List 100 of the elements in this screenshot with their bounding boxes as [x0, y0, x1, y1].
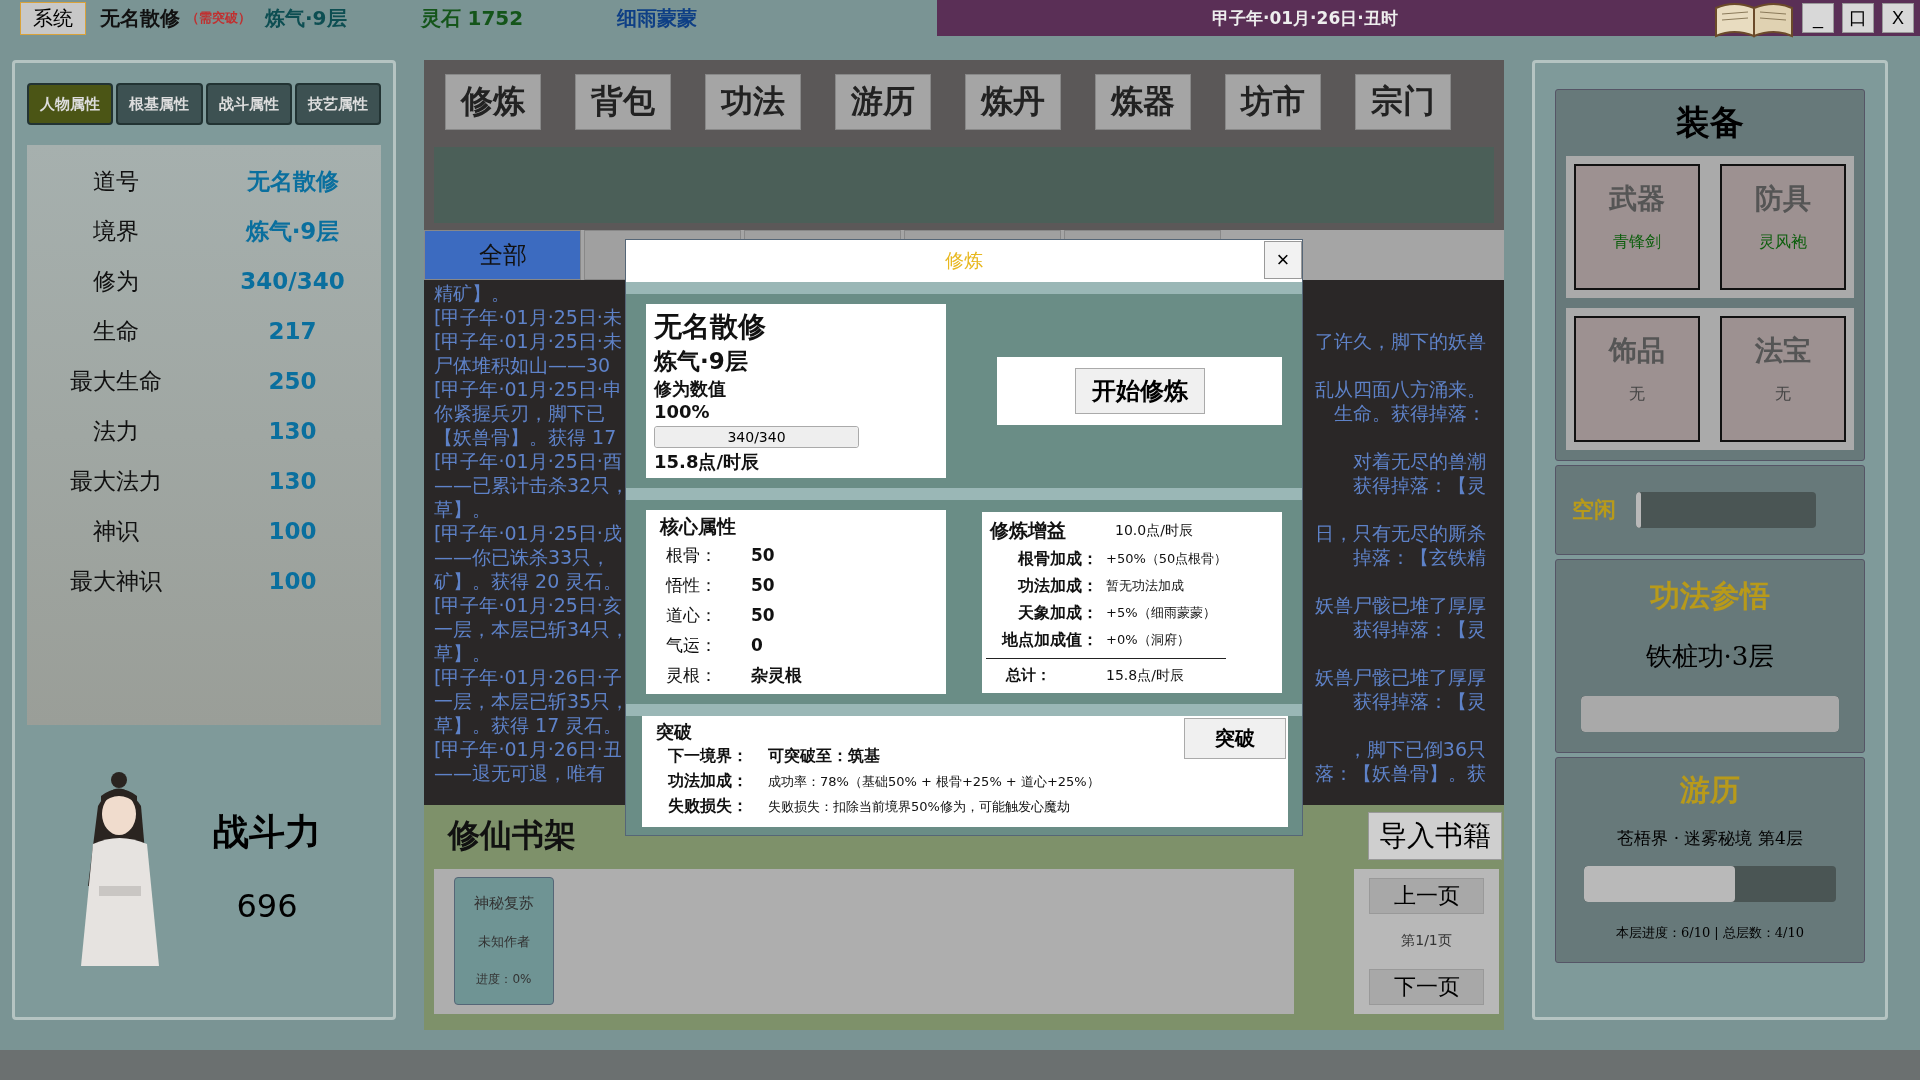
- log-text: ，脚下已倒36只: [1347, 737, 1486, 762]
- close-button[interactable]: ×: [1264, 241, 1302, 279]
- log-text: 获得掉落：【灵: [1353, 689, 1486, 714]
- log-text: 乱从四面八方涌来。: [1315, 377, 1486, 402]
- total-value: 15.8点/时辰: [1106, 666, 1185, 685]
- breakthrough-button[interactable]: 突破: [1184, 718, 1286, 759]
- log-text: [甲子年·01月·26日·丑: [434, 737, 622, 762]
- next-page-button[interactable]: 下一页: [1369, 968, 1484, 1005]
- previous-page-button[interactable]: 上一页: [1369, 878, 1484, 915]
- log-text: 一层，本层已斩35只，: [434, 689, 630, 714]
- stat-label: 修为: [92, 266, 139, 296]
- nav-button[interactable]: 炼丹: [965, 74, 1061, 130]
- window-button[interactable]: X: [1882, 3, 1914, 33]
- stat-value: 炼气·9层: [245, 216, 340, 246]
- progress-text: 340/340: [726, 428, 787, 447]
- section-title: 突破: [656, 720, 692, 744]
- log-text: 草】。: [434, 641, 491, 666]
- equipment-slot[interactable]: 法宝 无: [1720, 316, 1846, 442]
- log-text: 矿】。获得 20 灵石。: [434, 569, 623, 594]
- nav-button[interactable]: 修炼: [445, 74, 541, 130]
- attribute-value: 50: [751, 575, 776, 595]
- nav-button[interactable]: 功法: [705, 74, 801, 130]
- log-text: 获得掉落：【灵: [1353, 617, 1486, 642]
- stat-label: 道号: [92, 166, 139, 196]
- log-text: 草】。获得 17 灵石。: [434, 713, 623, 738]
- bonus-value: +0%（洞府）: [1106, 631, 1191, 649]
- travel-title: 游历: [1680, 771, 1740, 809]
- technique-name: 铁桩功·3层: [1645, 640, 1775, 673]
- player-name: 无名散修: [100, 4, 180, 32]
- percent-text: 100%: [654, 401, 711, 422]
- attribute-tab[interactable]: 根基属性: [116, 83, 203, 125]
- window-button[interactable]: 口: [1842, 3, 1874, 33]
- attribute-tab[interactable]: 战斗属性: [205, 83, 292, 125]
- breakthrough-value: 成功率：78%（基础50% + 根骨+25% + 道心+25%）: [768, 772, 1101, 791]
- log-text: [甲子年·01月·25日·戌: [434, 521, 622, 546]
- log-text: [甲子年·01月·25日·亥: [434, 593, 622, 618]
- slot-name: 法宝: [1755, 333, 1811, 369]
- attribute-value: 50: [751, 545, 776, 565]
- breakthrough-label: 失败损失：: [668, 796, 749, 817]
- stat-value: 130: [268, 468, 317, 494]
- start-cultivation-button[interactable]: 开始修炼: [1074, 368, 1205, 414]
- nav-button[interactable]: 宗门: [1355, 74, 1451, 130]
- travel-progress-text: 本层进度：6/10 | 总层数：4/10: [1616, 924, 1804, 942]
- travel-location: 苍梧界 · 迷雾秘境 第4层: [1617, 827, 1803, 850]
- log-text: 落：【妖兽骨】。获: [1315, 761, 1486, 786]
- import-books-button[interactable]: 导入书籍: [1368, 812, 1502, 860]
- section-title: 核心属性: [660, 514, 737, 539]
- stat-label: 最大法力: [69, 466, 162, 496]
- stat-label: 最大生命: [69, 366, 162, 396]
- system-button[interactable]: 系统: [20, 1, 86, 35]
- log-text: 掉落：【玄铁精: [1353, 545, 1486, 570]
- slot-name: 防具: [1755, 181, 1811, 217]
- breakthrough-label: 功法加成：: [668, 771, 749, 792]
- realm-text: 炼气·9层: [654, 347, 749, 376]
- log-text: 【妖兽骨】。获得 17: [434, 425, 617, 450]
- status-tag: （需突破）: [186, 9, 251, 27]
- stat-label: 最大神识: [69, 566, 162, 596]
- attribute-tab[interactable]: 技艺属性: [294, 83, 381, 125]
- log-text: 妖兽尸骸已堆了厚厚: [1315, 665, 1486, 690]
- activity-label: 空闲: [1572, 495, 1616, 524]
- attribute-label: 道心：: [666, 603, 718, 627]
- stat-value: 100: [268, 518, 317, 544]
- attribute-label: 灵根：: [666, 663, 718, 687]
- slot-item: 青锋剑: [1613, 232, 1661, 253]
- log-text: 对着无尽的兽潮: [1353, 449, 1486, 474]
- section-title: 修炼增益: [990, 517, 1067, 543]
- log-text: 精矿】。: [434, 281, 510, 306]
- breakthrough-value: 可突破至：筑基: [768, 746, 881, 767]
- log-text: 一层，本层已斩34只，: [434, 617, 630, 642]
- stat-value: 217: [268, 318, 317, 344]
- bonus-label: 天象加成：: [1018, 602, 1098, 624]
- nav-button[interactable]: 背包: [575, 74, 671, 130]
- stat-label: 境界: [92, 216, 139, 246]
- log-text: 你紧握兵刃，脚下已: [434, 401, 605, 426]
- nav-button[interactable]: 游历: [835, 74, 931, 130]
- attribute-value: 杂灵根: [751, 663, 803, 687]
- log-text: ——你已诛杀33只，: [434, 545, 611, 570]
- slot-item: 灵风袍: [1759, 232, 1807, 253]
- log-text: 了许久，脚下的妖兽: [1315, 329, 1486, 354]
- weather-text: 细雨蒙蒙: [617, 4, 698, 32]
- cultivation-label: 修为数值: [654, 377, 727, 401]
- combat-power-value: 696: [236, 886, 298, 925]
- breakthrough-value: 失败损失：扣除当前境界50%修为，可能触发心魔劫: [768, 797, 1071, 816]
- log-tab[interactable]: 全部: [424, 230, 581, 280]
- attribute-tab[interactable]: 人物属性: [27, 83, 114, 125]
- bonus-label: 地点加成值：: [1002, 629, 1098, 651]
- open-book-icon: [1712, 0, 1796, 40]
- slot-item: 无: [1775, 384, 1791, 405]
- attribute-label: 根骨：: [666, 543, 718, 567]
- page-indicator: 第1/1页: [1401, 932, 1452, 951]
- log-text: [甲子年·01月·25日·未: [434, 305, 622, 330]
- nav-button[interactable]: 坊市: [1225, 74, 1321, 130]
- technique-title: 功法参悟: [1650, 577, 1770, 615]
- window-button[interactable]: _: [1802, 3, 1834, 33]
- log-text: 草】。: [434, 497, 491, 522]
- log-text: [甲子年·01月·26日·子: [434, 665, 622, 690]
- equipment-slot[interactable]: 饰品 无: [1574, 316, 1700, 442]
- breakthrough-label: 下一境界：: [668, 746, 749, 767]
- log-text: 获得掉落：【灵: [1353, 473, 1486, 498]
- nav-button[interactable]: 炼器: [1095, 74, 1191, 130]
